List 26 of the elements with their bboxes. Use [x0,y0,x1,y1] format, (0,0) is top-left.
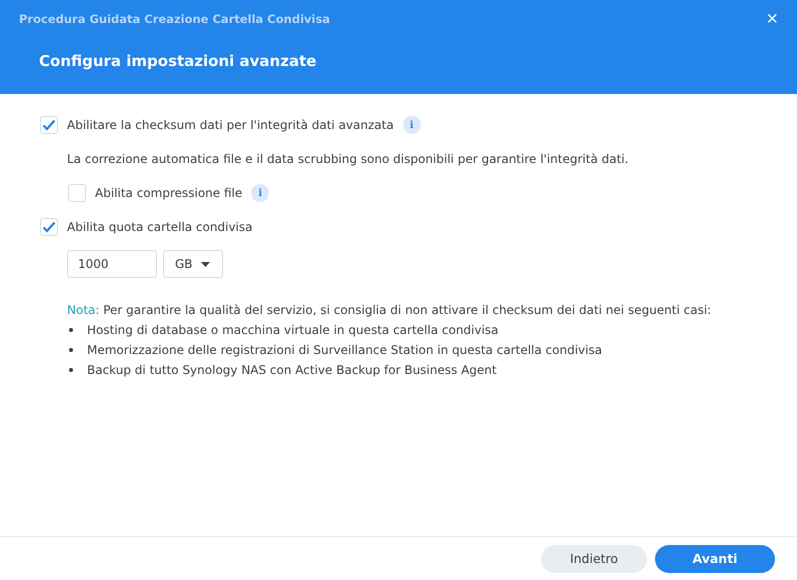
page-subtitle: Configura impostazioni avanzate [39,52,318,70]
caret-icon [200,262,210,266]
info-icon[interactable]: i [402,116,421,134]
checkbox-label: Abilita compressione file [95,186,242,200]
back-button[interactable]: Indietro [541,544,647,572]
check-icon [42,119,56,131]
note-text: Nota: Per garantire la qualità del servizio, si consiglia di non attivare il checksum dei dati nei seguenti casi: [67,302,712,319]
quota-input[interactable]: 1000 [67,250,157,278]
note-item: Hosting di database o macchina virtuale in questa cartella condivisa [87,322,498,339]
checkbox-label: Abilita quota cartella condivisa [67,220,252,234]
checkbox[interactable] [68,184,86,202]
bullet-icon [69,348,73,352]
description-text: La correzione automatica file e il data scrubbing sono disponibili per garantire l'integrità dati. [67,151,630,168]
note-item: Backup di tutto Synology NAS con Active Backup for Business Agent [87,362,497,379]
info-icon[interactable]: i [251,184,270,202]
next-button[interactable]: Avanti [655,544,775,572]
bullet-icon [69,328,73,332]
unit-dropdown[interactable]: GB [163,250,223,278]
checkbox-label: Abilitare la checksum dati per l'integrità dati avanzata [67,118,394,132]
note-item: Memorizzazione delle registrazioni di Surveillance Station in questa cartella condivisa [87,342,602,359]
close-button[interactable]: × [766,10,778,28]
checkbox[interactable] [40,116,58,134]
check-icon [42,221,56,233]
bullet-icon [69,368,73,372]
window-title: Procedura Guidata Creazione Cartella Condivisa [19,12,330,26]
checkbox[interactable] [40,218,58,236]
